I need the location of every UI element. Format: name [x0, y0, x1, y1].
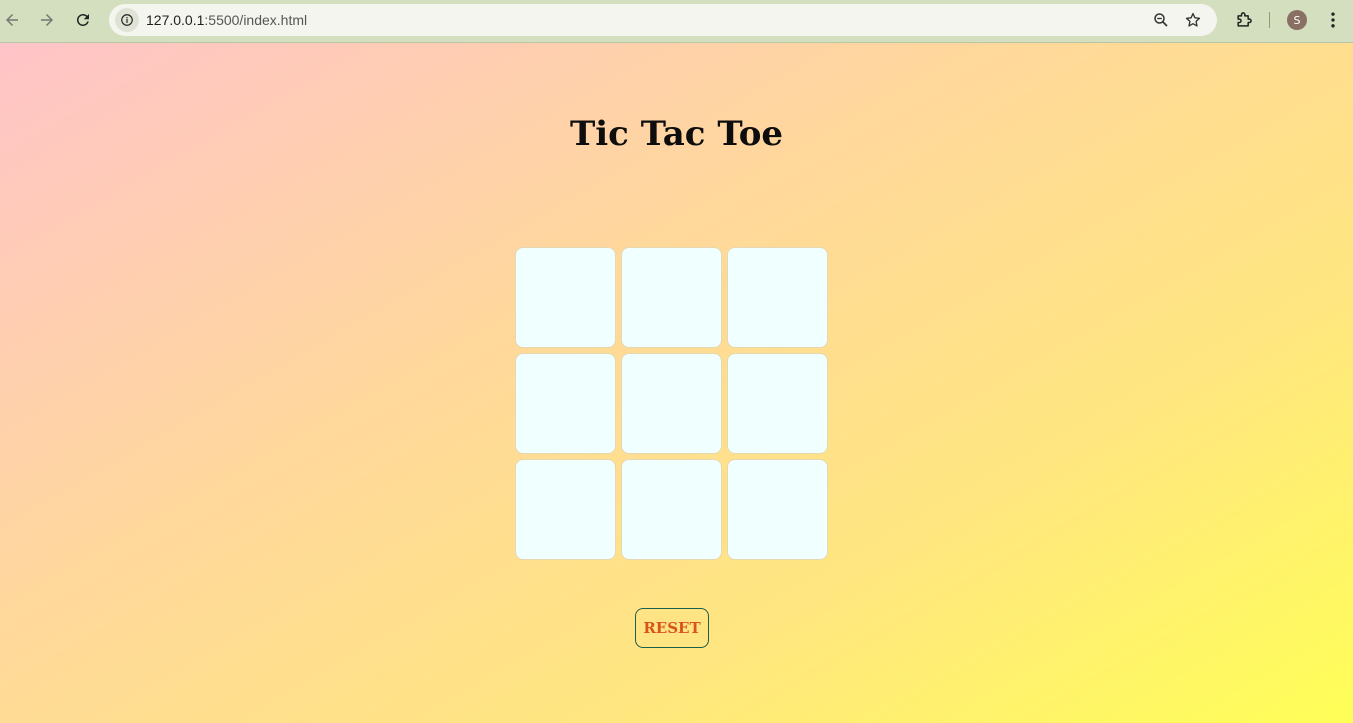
arrow-right-icon — [41, 14, 53, 26]
board-cell-8[interactable] — [621, 459, 722, 560]
board-cell-9[interactable] — [727, 459, 828, 560]
puzzle-icon — [1237, 12, 1252, 27]
board-cell-1[interactable] — [515, 247, 616, 348]
board-cell-2[interactable] — [621, 247, 722, 348]
extensions-button[interactable] — [1232, 8, 1256, 32]
reset-button[interactable]: RESET — [635, 608, 709, 648]
zoom-icon — [1154, 13, 1168, 27]
board-cell-4[interactable] — [515, 353, 616, 454]
info-icon — [121, 14, 133, 26]
forward-button[interactable] — [33, 6, 61, 34]
url-text: 127.0.0.1:5500/index.html — [146, 12, 307, 28]
site-info-button[interactable] — [115, 8, 139, 32]
kebab-menu-icon — [1331, 12, 1335, 28]
back-button[interactable] — [0, 6, 26, 34]
board-cell-7[interactable] — [515, 459, 616, 560]
browser-menu-button[interactable] — [1321, 8, 1345, 32]
zoom-button[interactable] — [1151, 10, 1171, 30]
page-content: Tic Tac Toe RESET — [0, 43, 1353, 723]
game-board — [515, 247, 829, 561]
board-cell-6[interactable] — [727, 353, 828, 454]
url-path: :5500/index.html — [204, 12, 308, 28]
page-title: Tic Tac Toe — [569, 114, 784, 154]
reload-button[interactable] — [69, 6, 97, 34]
bookmark-button[interactable] — [1183, 10, 1203, 30]
star-icon — [1185, 12, 1201, 27]
arrow-left-icon — [6, 14, 18, 26]
url-host: 127.0.0.1 — [146, 12, 205, 28]
toolbar-divider — [1269, 12, 1270, 28]
board-cell-3[interactable] — [727, 247, 828, 348]
profile-avatar[interactable]: S — [1287, 10, 1307, 30]
browser-toolbar: 127.0.0.1:5500/index.html S — [0, 0, 1353, 43]
reload-icon — [76, 13, 89, 26]
board-cell-5[interactable] — [621, 353, 722, 454]
address-bar[interactable]: 127.0.0.1:5500/index.html — [109, 4, 1217, 36]
